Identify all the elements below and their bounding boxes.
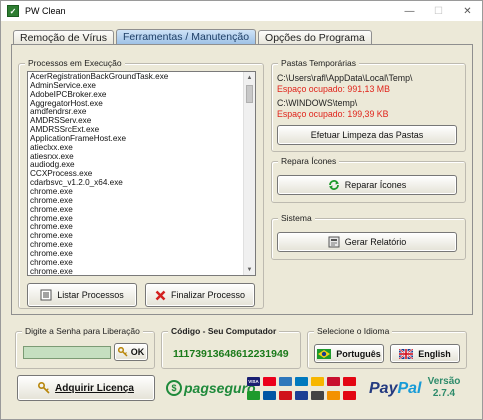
diners-icon [295,377,308,386]
password-group-title: Digite a Senha para Liberação [22,326,143,336]
window-controls: — ☐ ✕ [395,1,482,21]
repair-icons-label: Reparar Ícones [344,180,407,190]
tab-opcoes-programa[interactable]: Opções do Programa [258,30,372,45]
title-bar: ✓ PW Clean — ☐ ✕ [1,1,482,21]
version-label: Versão [427,376,461,387]
card-logos: VISA [247,377,357,403]
scroll-thumb[interactable] [246,85,253,103]
list-processes-label: Listar Processos [57,290,124,300]
english-button[interactable]: English [390,344,460,363]
uk-flag-icon [398,347,414,360]
generate-report-label: Gerar Relatório [344,237,407,247]
english-label: English [418,348,451,359]
temp-used-windows: Espaço ocupado: 199,39 KB [277,109,389,119]
paypal-pal-text: Pal [397,380,422,397]
end-process-button[interactable]: Finalizar Processo [145,283,255,307]
pagseguro-logo: $ pagseguro [166,380,256,396]
card-icon [247,390,260,400]
bank-icon [327,390,340,400]
minimize-button[interactable]: — [395,1,424,21]
close-button[interactable]: ✕ [453,1,482,21]
repair-icons-button[interactable]: Reparar Ícones [277,175,457,195]
clean-folders-label: Efetuar Limpeza das Pastas [310,130,424,140]
key-icon [117,347,128,357]
x-mark-icon [155,290,166,301]
repair-icons-group-title: Repara Ícones [278,156,340,166]
tab-remocao-virus[interactable]: Remoção de Vírus [13,30,114,45]
process-scrollbar[interactable]: ▲ ▼ [243,72,255,275]
version-number: 2.7.4 [432,388,456,399]
window-title: PW Clean [25,6,66,16]
bank-icon [279,390,292,400]
pagseguro-text: pagseguro [184,380,256,396]
buy-license-button[interactable]: Adquirir Licença [17,375,155,401]
tab-ferramentas-manutencao[interactable]: Ferramentas / Manutenção [115,29,257,45]
process-list: AcerRegistrationBackGroundTask.exe AdminS… [30,72,242,275]
key-icon [38,382,50,394]
tab-strip: Remoção de Vírus Ferramentas / Manutençã… [13,29,374,45]
temp-used-user: Espaço ocupado: 991,13 MB [277,84,390,94]
pagseguro-mark-icon: $ [166,380,182,396]
payment-banner[interactable]: $ pagseguro VISA PayPal Versão 2.7.4 [164,374,464,404]
mastercard-icon [263,377,276,386]
processes-group-title: Processos em Execução [25,58,125,68]
ok-label: OK [130,347,145,357]
paypal-pay-text: Pay [369,380,398,397]
end-process-label: Finalizar Processo [170,290,246,300]
card-icon [343,377,356,386]
bank-icon [295,390,308,400]
temp-folders-group-title: Pastas Temporárias [278,58,359,68]
visa-icon: VISA [247,377,260,386]
app-window: ✓ PW Clean — ☐ ✕ Remoção de Vírus Ferram… [0,0,483,420]
version-info: Versão 2.7.4 [426,376,462,400]
portuguese-button[interactable]: Português [314,344,384,363]
scroll-down-icon[interactable]: ▼ [244,264,255,275]
refresh-icon [328,179,340,191]
report-icon [328,236,340,248]
app-logo-icon: ✓ [7,5,19,17]
ok-button[interactable]: OK [114,343,148,361]
card-icon [263,390,276,400]
generate-report-button[interactable]: Gerar Relatório [277,232,457,252]
paypal-logo: PayPal [369,380,421,398]
list-item[interactable]: chrome.exe [30,267,242,275]
computer-code-title: Código - Seu Computador [168,326,280,336]
temp-path-windows: C:\WINDOWS\temp\ [277,98,358,108]
barcode-icon [311,390,324,400]
hipercard-icon [327,377,340,386]
language-group-title: Selecione o Idioma [314,326,393,336]
list-icon [40,289,52,301]
temp-path-user: C:\Users\rafl\AppData\Local\Temp\ [277,73,413,83]
scroll-up-icon[interactable]: ▲ [244,72,255,83]
bank-icon [343,390,356,400]
buy-license-label: Adquirir Licença [55,382,134,394]
clean-folders-button[interactable]: Efetuar Limpeza das Pastas [277,125,457,145]
list-processes-button[interactable]: Listar Processos [27,283,137,307]
elo-icon [311,377,324,386]
amex-icon [279,377,292,386]
brazil-flag-icon [317,348,332,359]
maximize-button[interactable]: ☐ [424,1,453,21]
computer-code-value: 11173913648612231949 [173,348,289,360]
process-listbox[interactable]: AcerRegistrationBackGroundTask.exe AdminS… [27,71,256,276]
portuguese-label: Português [336,348,381,359]
system-group-title: Sistema [278,213,315,223]
password-input[interactable] [23,346,111,359]
